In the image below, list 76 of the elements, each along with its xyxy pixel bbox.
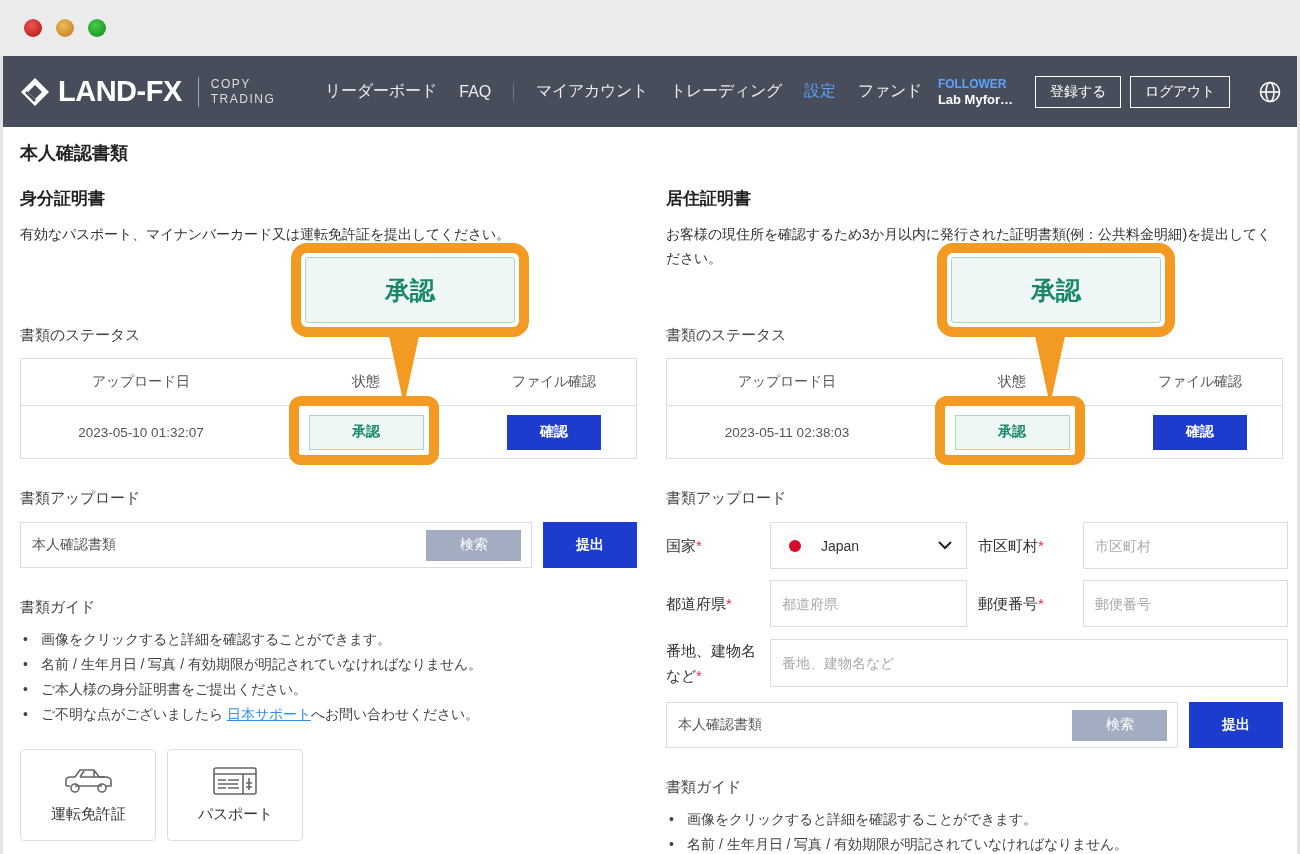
- guide-item: 名前 / 生年月日 / 写真 / 有効期限が明記されていなければなりません。: [41, 655, 482, 674]
- status-badge: 承認: [954, 414, 1070, 450]
- file-field[interactable]: 本人確認書類 検索: [20, 522, 532, 568]
- upload-heading: 書類アップロード: [666, 489, 787, 508]
- country-select[interactable]: Japan: [770, 522, 967, 569]
- input-field[interactable]: 番地、建物名など: [770, 639, 1288, 687]
- nav-link[interactable]: トレーディング: [670, 81, 783, 102]
- guide-item: 名前 / 生年月日 / 写真 / 有効期限が明記されていなければなりません。: [687, 835, 1128, 854]
- bullet: •: [22, 655, 29, 674]
- nav-button[interactable]: 登録する: [1035, 75, 1121, 108]
- upload-date: 2023-05-11 02:38:03: [724, 424, 850, 440]
- status-heading: 書類のステータス: [20, 326, 141, 345]
- page-title: 本人確認書類: [20, 142, 129, 165]
- guide-item: 画像をクリックすると詳細を確認することができます。: [687, 810, 1037, 829]
- guide-item: 画像をクリックすると詳細を確認することができます。: [41, 630, 391, 649]
- callout-badge: 承認: [951, 257, 1161, 323]
- section-title: 身分証明書: [20, 188, 106, 210]
- column-header: ファイル確認: [511, 373, 596, 391]
- logo-text: LAND-FX: [58, 75, 182, 108]
- maximize-icon[interactable]: [88, 19, 106, 37]
- close-icon[interactable]: [24, 19, 42, 37]
- document-card[interactable]: パスポート: [167, 749, 303, 841]
- bullet: •: [22, 705, 29, 724]
- section-title: 居住証明書: [666, 188, 752, 210]
- section-description: 有効なパスポート、マイナンバーカード又は運転免許証を提出してください。: [20, 225, 511, 244]
- input-field[interactable]: 郵便番号: [1083, 580, 1288, 627]
- chevron-down-icon: [938, 541, 952, 550]
- status-badge: 承認: [308, 414, 424, 450]
- document-label: 運転免許証: [50, 804, 126, 824]
- bullet: •: [22, 630, 29, 649]
- guide-item: ご不明な点がございましたら 日本サポート へお問い合わせください。: [41, 705, 479, 724]
- flag-icon: [783, 533, 807, 558]
- confirm-button[interactable]: 確認: [1152, 414, 1247, 450]
- field-label: 郵便番号*: [977, 594, 1045, 614]
- field-label: 国家*: [666, 536, 703, 556]
- input-field[interactable]: 市区町村: [1083, 522, 1288, 569]
- nav-link[interactable]: リーダーボード: [325, 81, 438, 102]
- nav-link[interactable]: FAQ: [459, 82, 492, 101]
- bullet: •: [668, 810, 675, 829]
- callout-badge: 承認: [305, 257, 515, 323]
- field-label: 都道府県*: [666, 594, 733, 614]
- confirm-button[interactable]: 確認: [506, 414, 601, 450]
- car-icon: [63, 766, 113, 795]
- column-header: アップロード日: [738, 373, 836, 391]
- globe-icon[interactable]: [1259, 80, 1281, 103]
- select-value: Japan: [821, 537, 860, 554]
- user-name: Lab Myfor…: [937, 91, 1013, 107]
- column-header: ファイル確認: [1157, 373, 1242, 391]
- logo-icon: [20, 76, 50, 107]
- file-field[interactable]: 本人確認書類 検索: [666, 702, 1178, 748]
- guide-item: ご本人様の身分証明書をご提出ください。: [41, 680, 307, 699]
- support-link[interactable]: 日本サポート: [226, 706, 311, 722]
- guide-heading: 書類ガイド: [20, 598, 96, 617]
- field-label: 市区町村*: [977, 536, 1045, 556]
- field-label: 番地、建物名など*: [666, 641, 757, 686]
- upload-heading: 書類アップロード: [20, 489, 141, 508]
- column-header: 状態: [352, 373, 380, 391]
- submit-button[interactable]: 提出: [1189, 702, 1283, 748]
- status-heading: 書類のステータス: [666, 326, 787, 345]
- nav-button[interactable]: ログアウト: [1130, 75, 1230, 108]
- nav-link[interactable]: マイアカウント: [536, 81, 649, 102]
- guide-heading: 書類ガイド: [666, 778, 742, 797]
- submit-button[interactable]: 提出: [543, 522, 637, 568]
- upload-date: 2023-05-10 01:32:07: [78, 424, 204, 440]
- id-card-icon: [213, 766, 257, 795]
- document-card[interactable]: 運転免許証: [20, 749, 156, 841]
- logo-subtitle: TRADING: [210, 91, 276, 107]
- column-header: 状態: [998, 373, 1026, 391]
- bullet: •: [22, 680, 29, 699]
- column-header: アップロード日: [92, 373, 190, 391]
- logo-subtitle: COPY: [210, 76, 252, 92]
- nav-link[interactable]: ファンド: [858, 81, 923, 102]
- document-label: パスポート: [197, 804, 273, 824]
- bullet: •: [668, 835, 675, 854]
- input-field[interactable]: 都道府県: [770, 580, 967, 627]
- user-role: FOLLOWER: [937, 76, 1008, 92]
